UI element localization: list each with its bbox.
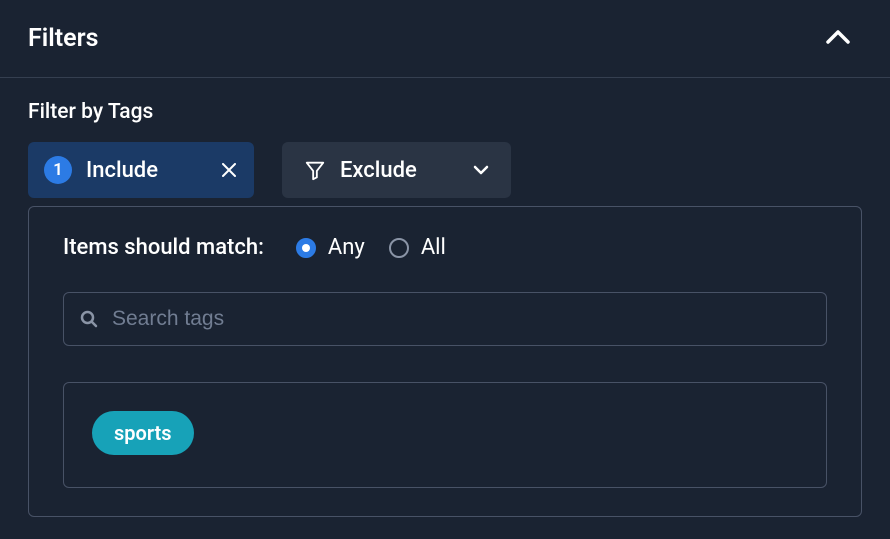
include-count-badge: 1 (44, 156, 72, 184)
search-icon (80, 310, 98, 328)
tab-include[interactable]: 1 Include (28, 142, 254, 198)
page-title: Filters (28, 24, 98, 53)
filter-icon (304, 159, 326, 181)
radio-any-label: Any (328, 235, 365, 260)
tab-include-label: Include (86, 158, 158, 183)
chevron-up-icon (826, 29, 850, 48)
tab-exclude-label: Exclude (340, 158, 417, 183)
tab-exclude[interactable]: Exclude (282, 142, 511, 198)
close-icon[interactable] (222, 163, 236, 177)
match-label: Items should match: (63, 235, 264, 260)
search-input[interactable] (112, 307, 810, 331)
search-tags-box[interactable] (63, 292, 827, 346)
radio-any[interactable]: Any (296, 235, 365, 260)
selected-tags-area: sports (63, 382, 827, 488)
radio-any-input[interactable] (296, 238, 316, 258)
collapse-toggle[interactable] (826, 29, 862, 48)
radio-all[interactable]: All (389, 235, 446, 260)
filter-by-tags-label: Filter by Tags (28, 100, 862, 124)
radio-all-label: All (421, 235, 446, 260)
chevron-down-icon (473, 165, 489, 175)
radio-all-input[interactable] (389, 238, 409, 258)
tag-pill-sports[interactable]: sports (92, 411, 194, 455)
include-panel: Items should match: Any All (28, 206, 862, 517)
